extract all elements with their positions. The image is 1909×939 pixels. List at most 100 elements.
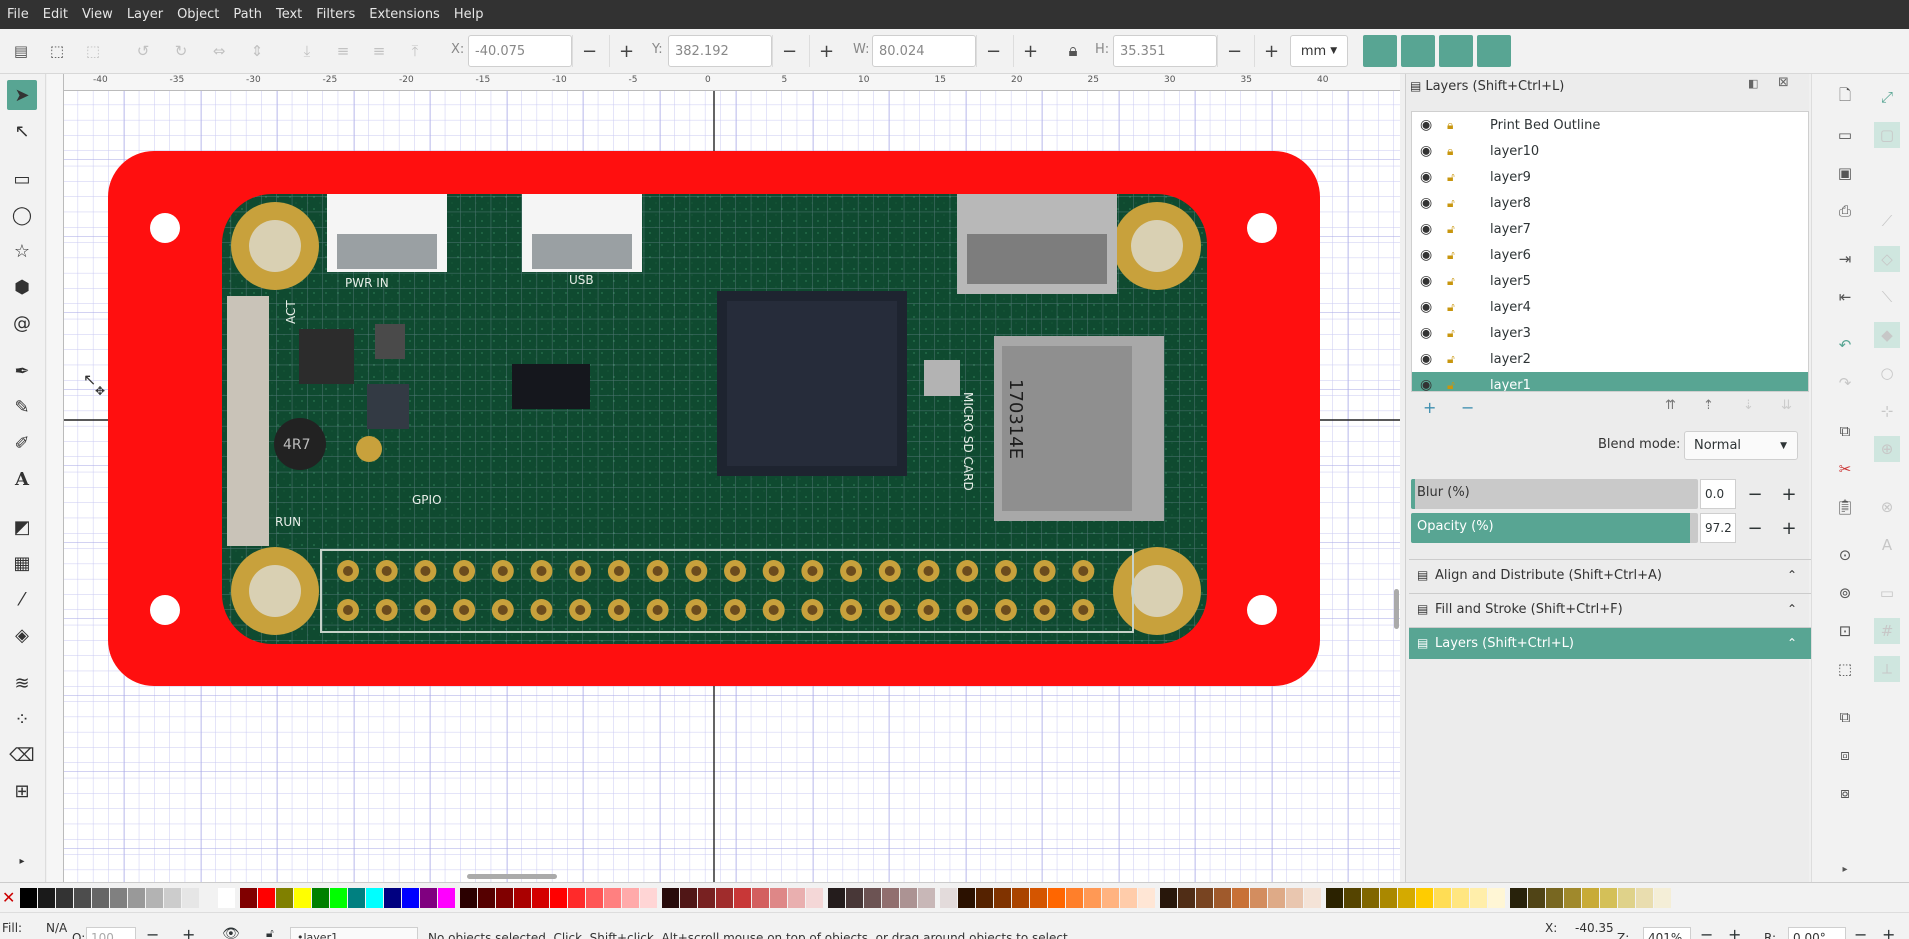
- w-input[interactable]: 80.024: [872, 35, 976, 67]
- snap-midpoint-icon[interactable]: ⊹: [1874, 398, 1900, 424]
- color-swatch[interactable]: [438, 888, 455, 908]
- mesh-tool-icon[interactable]: ▦: [7, 548, 37, 578]
- eye-icon[interactable]: ◉: [1420, 221, 1432, 237]
- color-swatch[interactable]: [1250, 888, 1267, 908]
- color-swatch[interactable]: [1286, 888, 1303, 908]
- toolbox-overflow-icon[interactable]: ▸: [7, 846, 37, 876]
- layer-row[interactable]: ◉ 🔒︎ Print Bed Outline: [1412, 112, 1808, 138]
- lower-to-bottom-icon[interactable]: ⤓: [294, 38, 320, 64]
- ellipse-tool-icon[interactable]: ◯: [7, 200, 37, 230]
- pen-tool-icon[interactable]: ✒: [7, 356, 37, 386]
- color-swatch[interactable]: [568, 888, 585, 908]
- eye-icon[interactable]: ◉: [1420, 247, 1432, 263]
- color-swatch[interactable]: [1510, 888, 1527, 908]
- color-swatch[interactable]: [294, 888, 311, 908]
- color-swatch[interactable]: [1030, 888, 1047, 908]
- calligraphy-tool-icon[interactable]: ✐: [7, 428, 37, 458]
- layer-row[interactable]: ◉ 🔓︎ layer3: [1412, 320, 1808, 346]
- color-swatch[interactable]: [828, 888, 845, 908]
- color-swatch[interactable]: [1582, 888, 1599, 908]
- snap-rotation-icon[interactable]: ⊗: [1874, 494, 1900, 520]
- lock-proportions-icon[interactable]: 🔒︎: [1060, 38, 1086, 64]
- menu-path[interactable]: Path: [226, 7, 269, 22]
- rotation-increment-button[interactable]: +: [1882, 925, 1895, 939]
- layer-to-top-icon[interactable]: ⇈: [1665, 398, 1676, 413]
- y-input[interactable]: 382.192: [668, 35, 772, 67]
- new-document-icon[interactable]: 🗋︎: [1832, 84, 1858, 110]
- eye-icon[interactable]: ◉: [1420, 143, 1432, 159]
- layer-row[interactable]: ◉ 🔓︎ layer8: [1412, 190, 1808, 216]
- rotate-ccw-icon[interactable]: ↺: [130, 38, 156, 64]
- color-swatch[interactable]: [1120, 888, 1137, 908]
- color-swatch[interactable]: [1232, 888, 1249, 908]
- close-panel-icon[interactable]: ⊠: [1778, 75, 1789, 90]
- snap-guide-icon[interactable]: ⟂: [1874, 656, 1900, 682]
- unlock-icon[interactable]: 🔓︎: [1447, 300, 1455, 315]
- flip-horizontal-icon[interactable]: ⇔: [206, 38, 232, 64]
- color-swatch[interactable]: [1160, 888, 1177, 908]
- star-tool-icon[interactable]: ☆: [7, 236, 37, 266]
- color-swatch[interactable]: [604, 888, 621, 908]
- unlock-icon[interactable]: 🔓︎: [1447, 248, 1455, 263]
- layer-up-icon[interactable]: ⇡: [1703, 398, 1714, 413]
- canvas[interactable]: PWR IN USB ACT RUN GPIO MICRO SD CARD 17…: [47, 74, 1400, 882]
- zoom-in-button[interactable]: +: [1728, 925, 1741, 939]
- color-swatch[interactable]: [258, 888, 275, 908]
- unlink-clone-icon[interactable]: ⧇: [1832, 780, 1858, 806]
- eye-icon[interactable]: ◉: [1420, 325, 1432, 341]
- color-swatch[interactable]: [806, 888, 823, 908]
- rotation-input[interactable]: 0.00°: [1788, 927, 1846, 939]
- 3d-box-tool-icon[interactable]: ⬢: [7, 272, 37, 302]
- eye-icon[interactable]: ◉: [1420, 351, 1432, 367]
- color-swatch[interactable]: [770, 888, 787, 908]
- lower-icon[interactable]: ≡: [330, 38, 356, 64]
- color-swatch[interactable]: [958, 888, 975, 908]
- x-increment-button[interactable]: +: [609, 35, 643, 67]
- opacity-slider[interactable]: Opacity (%): [1411, 513, 1698, 543]
- color-swatch[interactable]: [348, 888, 365, 908]
- selector-tool-icon[interactable]: ➤: [7, 80, 37, 110]
- color-swatch[interactable]: [420, 888, 437, 908]
- eye-icon[interactable]: ◉: [1420, 195, 1432, 211]
- menu-filters[interactable]: Filters: [309, 7, 362, 22]
- color-swatch[interactable]: [1084, 888, 1101, 908]
- color-swatch[interactable]: [752, 888, 769, 908]
- color-swatch[interactable]: [1214, 888, 1231, 908]
- color-swatch[interactable]: [1196, 888, 1213, 908]
- color-swatch[interactable]: [514, 888, 531, 908]
- color-swatch[interactable]: [716, 888, 733, 908]
- h-decrement-button[interactable]: −: [1217, 35, 1251, 67]
- color-swatch[interactable]: [900, 888, 917, 908]
- menu-file[interactable]: File: [0, 7, 36, 22]
- remove-layer-icon[interactable]: −: [1461, 398, 1474, 417]
- lock-layer-icon[interactable]: 🔓︎: [266, 926, 274, 939]
- color-swatch[interactable]: [240, 888, 257, 908]
- menu-extensions[interactable]: Extensions: [362, 7, 447, 22]
- color-swatch[interactable]: [478, 888, 495, 908]
- pencil-tool-icon[interactable]: ✎: [7, 392, 37, 422]
- menu-help[interactable]: Help: [447, 7, 491, 22]
- color-swatch[interactable]: [200, 888, 217, 908]
- select-all-layers-icon[interactable]: ⬚: [44, 38, 70, 64]
- unlock-icon[interactable]: 🔓︎: [1447, 326, 1455, 341]
- color-swatch[interactable]: [74, 888, 91, 908]
- zoom-drawing-icon[interactable]: ⊚: [1832, 580, 1858, 606]
- color-swatch[interactable]: [164, 888, 181, 908]
- tweak-tool-icon[interactable]: ≋: [7, 668, 37, 698]
- unlock-icon[interactable]: 🔓︎: [1447, 222, 1455, 237]
- horizontal-ruler[interactable]: -40 -35 -30 -25 -20 -15 -10 -5 0 5 10 15 20 25 30 35 40: [47, 74, 1400, 91]
- dropper-tool-icon[interactable]: ⁄: [7, 584, 37, 614]
- current-layer-select[interactable]: •layer1: [290, 927, 418, 939]
- zoom-out-button[interactable]: −: [1700, 925, 1713, 939]
- layer-row[interactable]: ◉ 🔒︎ layer10: [1412, 138, 1808, 164]
- transform-corners-toggle[interactable]: [1401, 35, 1435, 67]
- color-swatch[interactable]: [640, 888, 657, 908]
- color-swatch[interactable]: [1434, 888, 1451, 908]
- lock-icon[interactable]: 🔒︎: [1447, 118, 1453, 133]
- unlock-icon[interactable]: 🔓︎: [1447, 378, 1455, 392]
- unlock-icon[interactable]: 🔓︎: [1447, 170, 1455, 185]
- zoom-page-icon[interactable]: ⊡: [1832, 618, 1858, 644]
- import-icon[interactable]: ⇥: [1832, 246, 1858, 272]
- color-swatch[interactable]: [1380, 888, 1397, 908]
- color-swatch[interactable]: [312, 888, 329, 908]
